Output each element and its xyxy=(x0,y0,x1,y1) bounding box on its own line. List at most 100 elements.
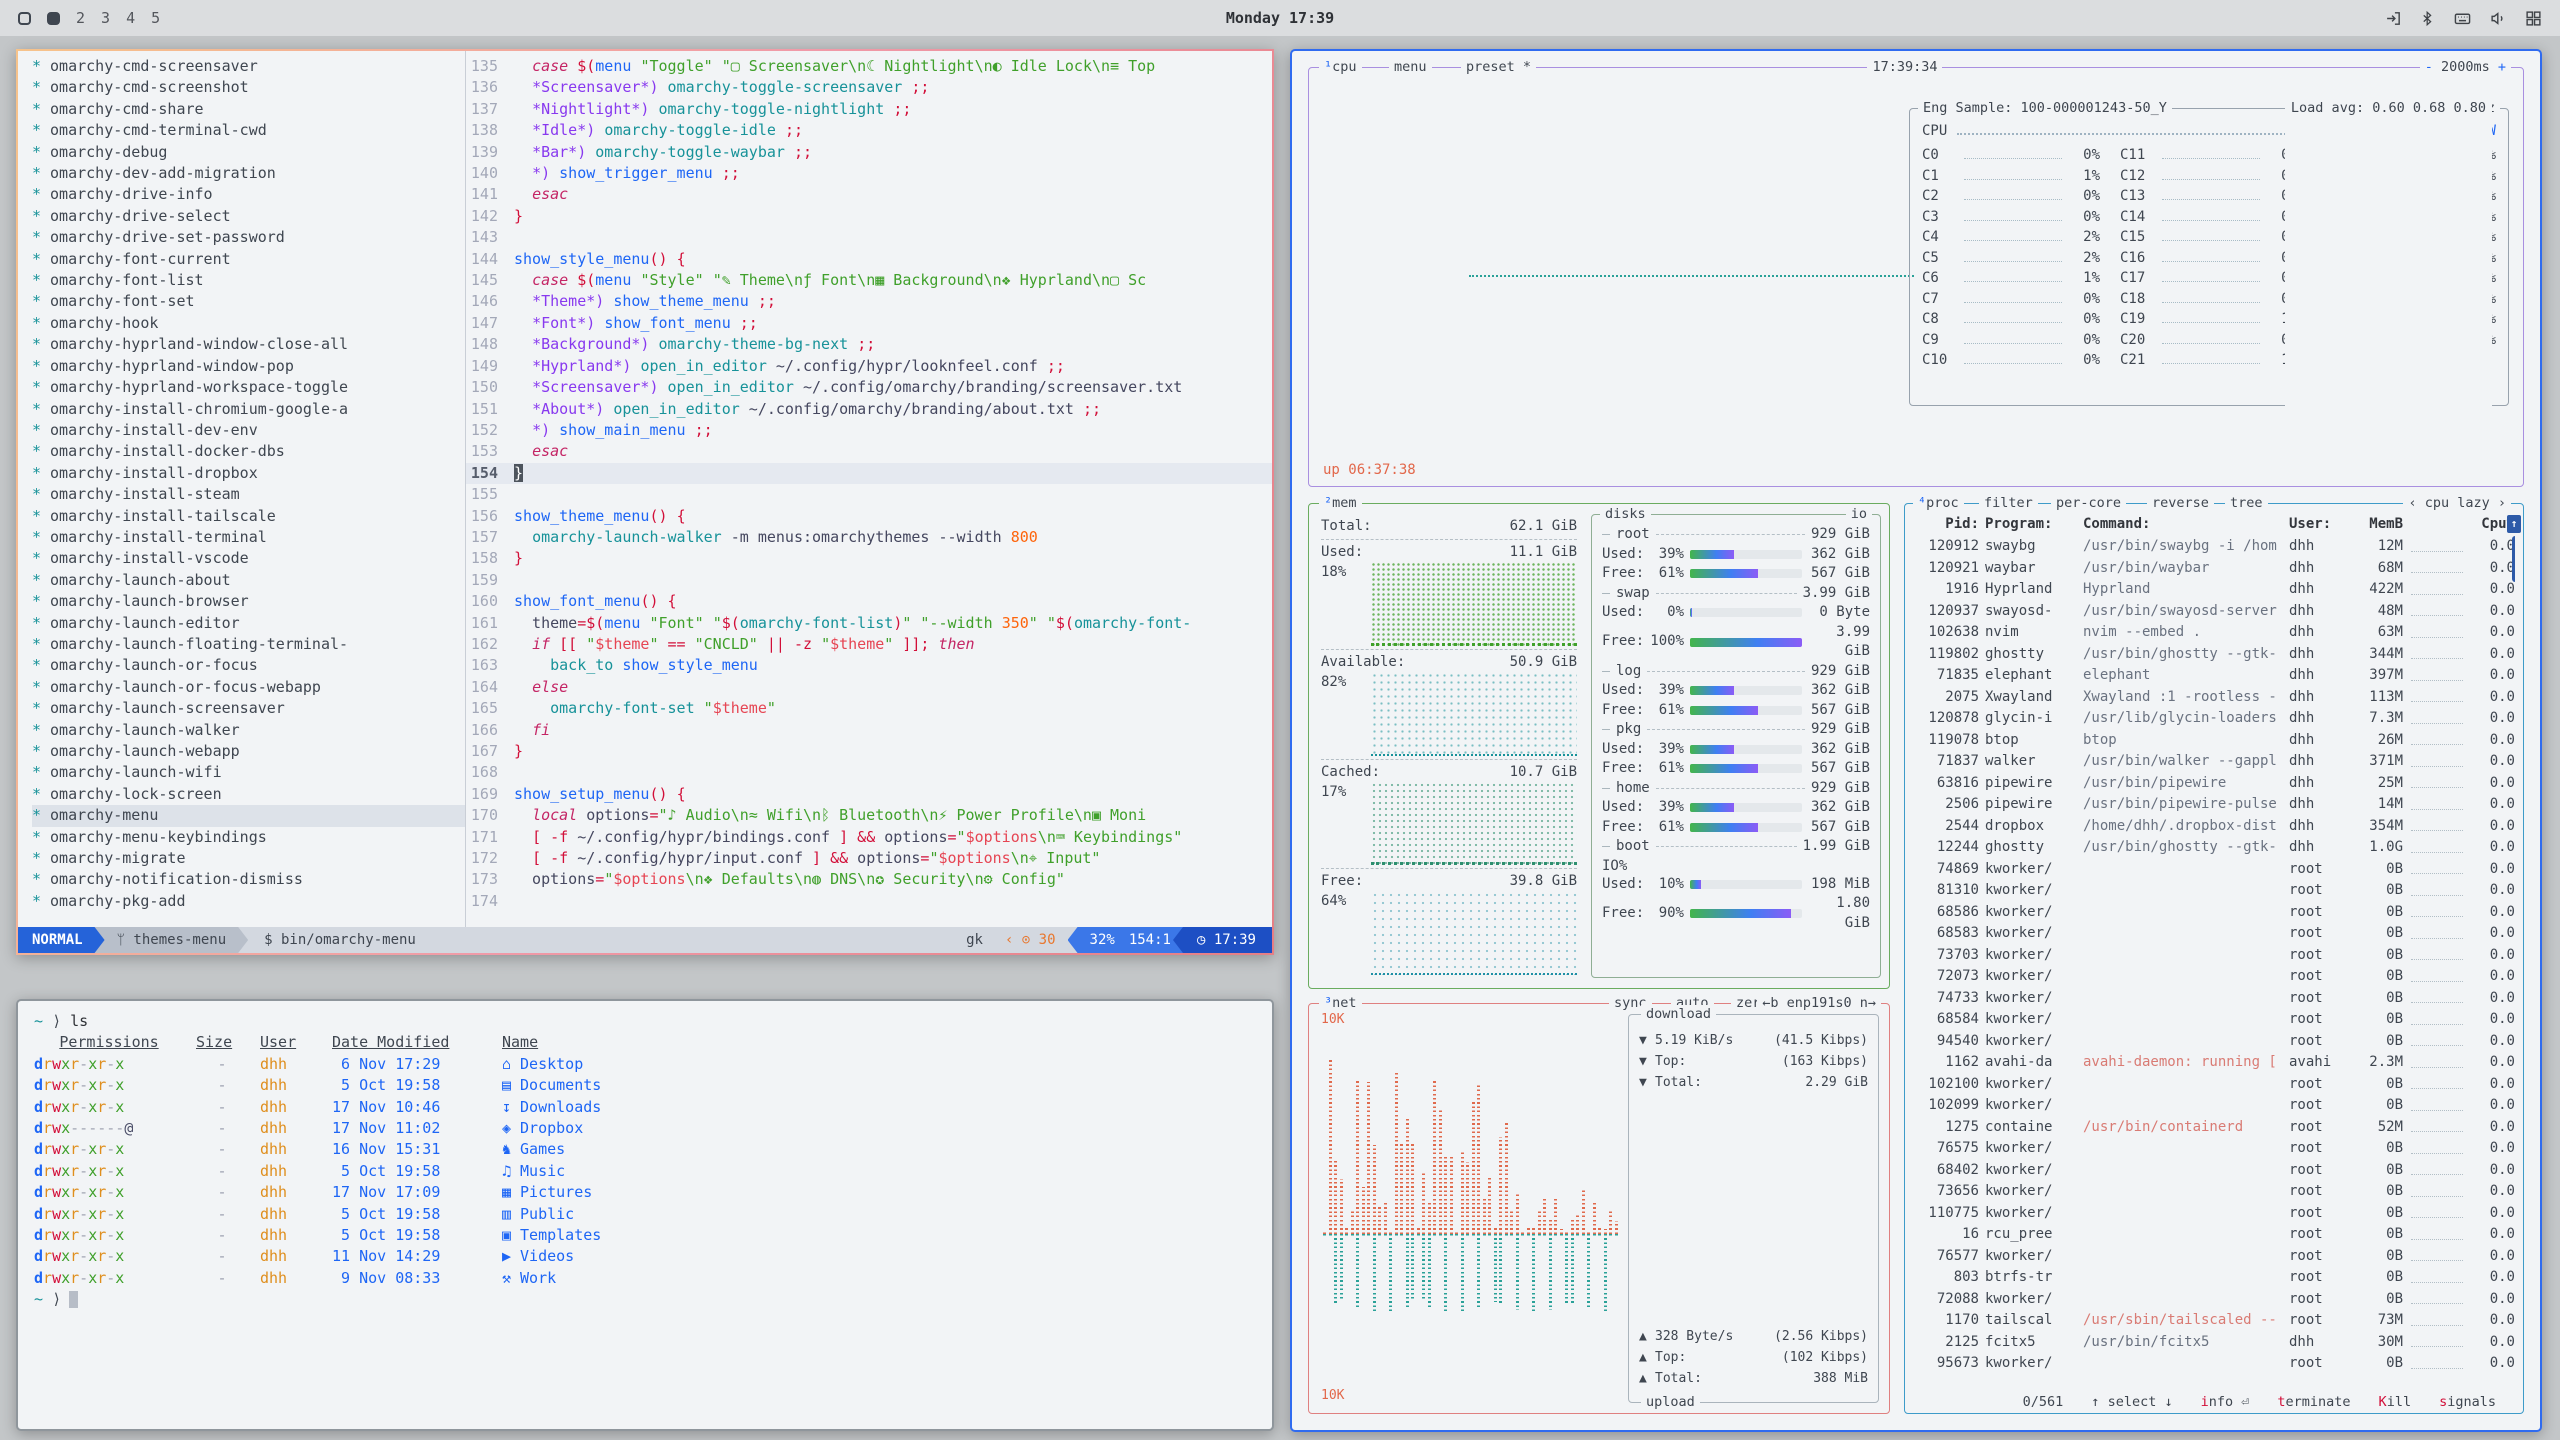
process-row[interactable]: 102638 nvim nvim --embed . dhh 63M 0.0 xyxy=(1915,622,2515,644)
file-item[interactable]: *omarchy-launch-walker xyxy=(32,720,465,741)
code-line[interactable]: 154} xyxy=(466,463,1272,484)
file-item[interactable]: *omarchy-hyprland-workspace-toggle xyxy=(32,377,465,398)
file-item[interactable]: *omarchy-install-docker-dbs xyxy=(32,441,465,462)
per-core-toggle[interactable]: per-core xyxy=(2051,494,2126,513)
process-panel-title[interactable]: ⁴proc xyxy=(1913,494,1964,513)
code-line[interactable]: 147 *Font*) show_font_menu ;; xyxy=(466,313,1272,334)
file-item[interactable]: *omarchy-cmd-screensaver xyxy=(32,56,465,77)
file-item[interactable]: *omarchy-drive-info xyxy=(32,184,465,205)
code-line[interactable]: 162 if [[ "$theme" == "CNCLD" || -z "$th… xyxy=(466,634,1272,655)
file-item[interactable]: *omarchy-migrate xyxy=(32,848,465,869)
file-item[interactable]: *omarchy-install-tailscale xyxy=(32,506,465,527)
file-item[interactable]: *omarchy-font-set xyxy=(32,291,465,312)
proc-footer-action[interactable]: Kill xyxy=(2374,1392,2417,1412)
process-row[interactable]: 2544 dropbox /home/dhh/.dropbox-dist dhh… xyxy=(1915,816,2515,838)
file-item[interactable]: *omarchy-font-list xyxy=(32,270,465,291)
code-line[interactable]: 141 esac xyxy=(466,184,1272,205)
file-row[interactable]: drwxr-xr-x - dhh 5 Oct 19:58 ▣Templates xyxy=(34,1225,1272,1246)
process-row[interactable]: 102099 kworker/ root 0B 0.0 xyxy=(1915,1095,2515,1117)
process-row[interactable]: 68583 kworker/ root 0B 0.0 xyxy=(1915,923,2515,945)
file-row[interactable]: drwxr-xr-x - dhh 5 Oct 19:58 ▤Documents xyxy=(34,1075,1272,1096)
process-row[interactable]: 68586 kworker/ root 0B 0.0 xyxy=(1915,902,2515,924)
process-row[interactable]: 72088 kworker/ root 0B 0.0 xyxy=(1915,1289,2515,1311)
file-item[interactable]: *omarchy-notification-dismiss xyxy=(32,869,465,890)
code-line[interactable]: 155 xyxy=(466,484,1272,505)
process-row[interactable]: 12244 ghostty /usr/bin/ghostty --gtk- dh… xyxy=(1915,837,2515,859)
code-line[interactable]: 167} xyxy=(466,741,1272,762)
terminal-body[interactable]: ~ ⟩ ls PermissionsSizeUserDate ModifiedN… xyxy=(18,1001,1272,1311)
file-item[interactable]: *omarchy-install-steam xyxy=(32,484,465,505)
filter-button[interactable]: filter xyxy=(1979,494,2038,513)
process-row[interactable]: 1275 containe /usr/bin/containerd root 5… xyxy=(1915,1117,2515,1139)
code-line[interactable]: 157 omarchy-launch-walker -m menus:omarc… xyxy=(466,527,1272,548)
workspace-number[interactable]: 2 xyxy=(76,9,85,27)
process-row[interactable]: 803 btrfs-tr root 0B 0.0 xyxy=(1915,1267,2515,1289)
file-item[interactable]: *omarchy-debug xyxy=(32,142,465,163)
process-scrollbar[interactable] xyxy=(2512,536,2515,582)
code-line[interactable]: 143 xyxy=(466,227,1272,248)
code-line[interactable]: 165 omarchy-font-set "$theme" xyxy=(466,698,1272,719)
code-line[interactable]: 150 *Screensaver*) open_in_editor ~/.con… xyxy=(466,377,1272,398)
process-row[interactable]: 68402 kworker/ root 0B 0.0 xyxy=(1915,1160,2515,1182)
workspace-occupied-icon[interactable] xyxy=(47,12,60,25)
file-item[interactable]: *omarchy-font-current xyxy=(32,249,465,270)
file-item[interactable]: *omarchy-launch-floating-terminal- xyxy=(32,634,465,655)
process-row[interactable]: 74733 kworker/ root 0B 0.0 xyxy=(1915,988,2515,1010)
code-line[interactable]: 142} xyxy=(466,206,1272,227)
process-row[interactable]: 63816 pipewire /usr/bin/pipewire dhh 25M… xyxy=(1915,773,2515,795)
process-row[interactable]: 95673 kworker/ root 0B 0.0 xyxy=(1915,1353,2515,1375)
file-item[interactable]: *omarchy-cmd-screenshot xyxy=(32,77,465,98)
code-line[interactable]: 166 fi xyxy=(466,720,1272,741)
sort-selector[interactable]: ‹ cpu lazy › xyxy=(2403,494,2511,513)
process-row[interactable]: 120921 waybar /usr/bin/waybar dhh 68M 0.… xyxy=(1915,558,2515,580)
file-item[interactable]: *omarchy-menu xyxy=(32,805,465,826)
process-row[interactable]: 1162 avahi-da avahi-daemon: running [ av… xyxy=(1915,1052,2515,1074)
process-row[interactable]: 76575 kworker/ root 0B 0.0 xyxy=(1915,1138,2515,1160)
process-row[interactable]: 102100 kworker/ root 0B 0.0 xyxy=(1915,1074,2515,1096)
code-line[interactable]: 172 [ -f ~/.config/hypr/input.conf ] && … xyxy=(466,848,1272,869)
interval-plus-button[interactable]: + xyxy=(2498,59,2506,75)
file-item[interactable]: *omarchy-install-vscode xyxy=(32,548,465,569)
file-item[interactable]: *omarchy-launch-or-focus xyxy=(32,655,465,676)
proc-footer-action[interactable]: terminate xyxy=(2272,1392,2355,1412)
io-toggle[interactable]: io xyxy=(1846,505,1872,524)
tree-toggle[interactable]: tree xyxy=(2225,494,2268,513)
process-row[interactable]: 68584 kworker/ root 0B 0.0 xyxy=(1915,1009,2515,1031)
code-line[interactable]: 146 *Theme*) show_theme_menu ;; xyxy=(466,291,1272,312)
interval-minus-button[interactable]: - xyxy=(2425,59,2433,75)
proc-footer-action[interactable]: info ⏎ xyxy=(2196,1392,2255,1412)
memory-panel-title[interactable]: ²mem xyxy=(1319,494,1362,513)
code-line[interactable]: 148 *Background*) omarchy-theme-bg-next … xyxy=(466,334,1272,355)
code-line[interactable]: 138 *Idle*) omarchy-toggle-idle ;; xyxy=(466,120,1272,141)
file-row[interactable]: drwxr-xr-x - dhh 5 Oct 19:58 ▥Public xyxy=(34,1204,1272,1225)
process-row[interactable]: 2075 Xwayland Xwayland :1 -rootless - dh… xyxy=(1915,687,2515,709)
preset-button[interactable]: preset * xyxy=(1461,58,1536,77)
file-item[interactable]: *omarchy-launch-editor xyxy=(32,613,465,634)
file-item[interactable]: *omarchy-hyprland-window-pop xyxy=(32,356,465,377)
code-line[interactable]: 135 case $(menu "Toggle" "▢ Screensaver\… xyxy=(466,56,1272,77)
process-row[interactable]: 1170 tailscal /usr/sbin/tailscaled -- ro… xyxy=(1915,1310,2515,1332)
process-row[interactable]: 119078 btop btop dhh 26M 0.0 xyxy=(1915,730,2515,752)
process-row[interactable]: 74869 kworker/ root 0B 0.0 xyxy=(1915,859,2515,881)
scroll-up-indicator[interactable]: ↑ xyxy=(2507,515,2521,533)
code-line[interactable]: 173 options="$options\n❖ Defaults\n◍ DNS… xyxy=(466,869,1272,890)
net-interface[interactable]: ←b enp191s0 n→ xyxy=(1757,994,1881,1013)
bluetooth-icon[interactable] xyxy=(2420,10,2435,27)
process-row[interactable]: 2506 pipewire /usr/bin/pipewire-pulse dh… xyxy=(1915,794,2515,816)
file-row[interactable]: drwxr-xr-x - dhh 11 Nov 14:29 ▶Videos xyxy=(34,1246,1272,1267)
code-line[interactable]: 161 theme=$(menu "Font" "$(omarchy-font-… xyxy=(466,613,1272,634)
process-row[interactable]: 76577 kworker/ root 0B 0.0 xyxy=(1915,1246,2515,1268)
disks-title[interactable]: disks xyxy=(1600,505,1651,524)
code-line[interactable]: 163 back_to show_style_menu xyxy=(466,655,1272,676)
code-line[interactable]: 139 *Bar*) omarchy-toggle-waybar ;; xyxy=(466,142,1272,163)
file-row[interactable]: drwxr-xr-x - dhh 16 Nov 15:31 ♞Games xyxy=(34,1139,1272,1160)
volume-icon[interactable] xyxy=(2490,10,2507,27)
file-row[interactable]: drwxr-xr-x - dhh 9 Nov 08:33 ⚒Work xyxy=(34,1268,1272,1289)
file-row[interactable]: drwxr-xr-x - dhh 17 Nov 17:09 ▦Pictures xyxy=(34,1182,1272,1203)
process-row[interactable]: 120912 swaybg /usr/bin/swaybg -i /hom dh… xyxy=(1915,536,2515,558)
process-row[interactable]: 81310 kworker/ root 0B 0.0 xyxy=(1915,880,2515,902)
file-item[interactable]: *omarchy-launch-screensaver xyxy=(32,698,465,719)
file-row[interactable]: drwxr-xr-x - dhh 6 Nov 17:29 ⌂Desktop xyxy=(34,1054,1272,1075)
file-item[interactable]: *omarchy-install-chromium-google-a xyxy=(32,399,465,420)
file-row[interactable]: drwx------@ - dhh 17 Nov 11:02 ◈Dropbox xyxy=(34,1118,1272,1139)
